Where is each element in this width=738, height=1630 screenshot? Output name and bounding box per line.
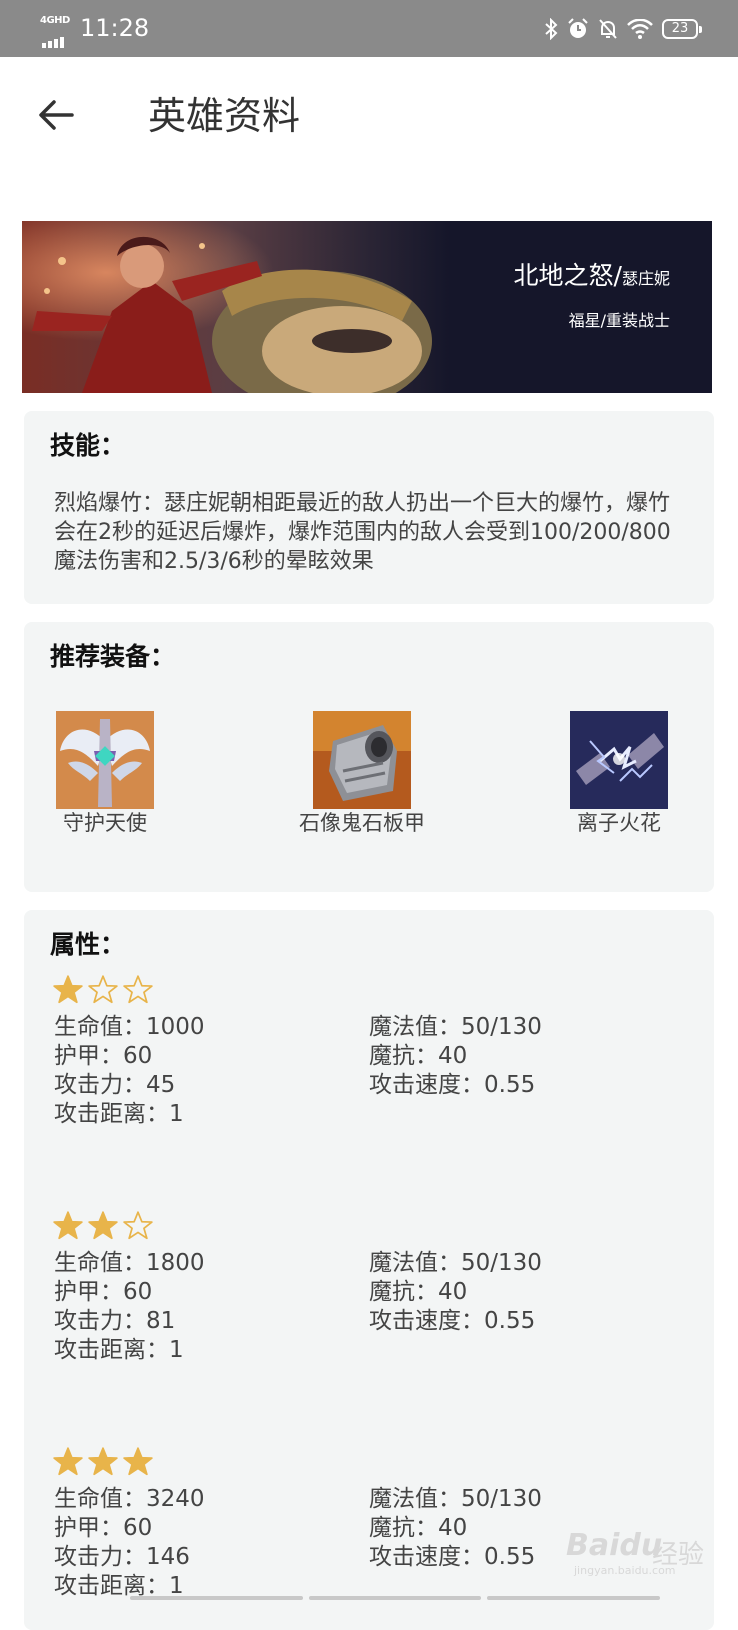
- equipment-item-label: 守护天使: [63, 811, 147, 835]
- equipment-item-label: 石像鬼石板甲: [299, 811, 425, 835]
- level-1-stats-right: 魔法值：50/130 魔抗：40 攻击速度：0.55: [369, 1013, 542, 1100]
- bluetooth-icon: [545, 18, 558, 40]
- hero-banner: 北地之怒/瑟庄妮 福星/重装战士: [22, 221, 712, 393]
- stat-mana: 魔法值：50/130: [369, 1250, 542, 1276]
- star-filled-icon: [88, 1211, 118, 1240]
- wifi-icon: [627, 19, 653, 39]
- equipment-card: 推荐装备： 守护天使 石像鬼石板甲 离子火花: [24, 622, 714, 892]
- level-2-stats-left: 生命值：1800 护甲：60 攻击力：81 攻击距离：1: [54, 1249, 205, 1365]
- star-filled-icon: [53, 975, 83, 1004]
- level-3-stats-left: 生命值：3240 护甲：60 攻击力：146 攻击距离：1: [54, 1485, 205, 1601]
- notifications-off-icon: [599, 19, 617, 39]
- skill-description: 烈焰爆竹：瑟庄妮朝相距最近的敌人扔出一个巨大的爆竹，爆竹会在2秒的延迟后爆炸，爆…: [54, 491, 671, 574]
- star-filled-icon: [53, 1211, 83, 1240]
- stat-attack: 攻击力：45: [54, 1072, 176, 1098]
- stat-health: 生命值：3240: [54, 1486, 205, 1512]
- stat-attack-speed: 攻击速度：0.55: [369, 1544, 536, 1570]
- stat-attack-speed: 攻击速度：0.55: [369, 1072, 536, 1098]
- hero-name: 北地之怒/瑟庄妮: [513, 261, 670, 290]
- status-bar: 4GHD 11:28 23: [0, 0, 738, 57]
- skill-card: 技能： 烈焰爆竹：瑟庄妮朝相距最近的敌人扔出一个巨大的爆竹，爆竹会在2秒的延迟后…: [24, 411, 714, 604]
- back-arrow-icon[interactable]: [36, 95, 76, 135]
- page-title: 英雄资料: [148, 94, 301, 138]
- stat-magic-resist: 魔抗：40: [369, 1515, 468, 1541]
- scroll-indicator: [130, 1596, 661, 1600]
- stat-mana: 魔法值：50/130: [369, 1014, 542, 1040]
- hero-splash-art: [22, 221, 712, 393]
- watermark-brand: Baidu: [566, 1528, 663, 1563]
- stat-magic-resist: 魔抗：40: [369, 1043, 468, 1069]
- star-filled-icon: [88, 1447, 118, 1476]
- status-time: 11:28: [80, 14, 150, 42]
- battery-icon: 23: [662, 19, 702, 39]
- cellular-signal-icon: 4GHD: [40, 15, 72, 48]
- alarm-icon: [568, 18, 588, 38]
- stat-health: 生命值：1800: [54, 1250, 205, 1276]
- star-rating-3: [52, 1446, 154, 1478]
- star-rating-2: [52, 1210, 154, 1242]
- hero-traits: 福星/重装战士: [568, 311, 670, 330]
- baidu-jingyan-watermark: Baidu 经验 jingyan.baidu.com: [566, 1518, 716, 1578]
- star-empty-icon: [123, 975, 153, 1004]
- stat-range: 攻击距离：1: [54, 1337, 184, 1363]
- app-bar: 英雄资料: [0, 57, 738, 177]
- gargoyle-stoneplate-icon: [313, 711, 411, 809]
- equipment-item-2[interactable]: 石像鬼石板甲: [292, 711, 432, 837]
- star-filled-icon: [53, 1447, 83, 1476]
- stat-armor: 护甲：60: [54, 1515, 153, 1541]
- skill-heading: 技能：: [50, 431, 126, 460]
- star-empty-icon: [123, 1211, 153, 1240]
- stat-magic-resist: 魔抗：40: [369, 1279, 468, 1305]
- equipment-item-label: 离子火花: [577, 811, 661, 835]
- equipment-item-3[interactable]: 离子火花: [549, 711, 689, 837]
- star-rating-1: [52, 974, 154, 1006]
- network-type: 4GHD: [40, 15, 70, 26]
- level-2-stats-right: 魔法值：50/130 魔抗：40 攻击速度：0.55: [369, 1249, 542, 1336]
- stat-range: 攻击距离：1: [54, 1101, 184, 1127]
- stat-armor: 护甲：60: [54, 1279, 153, 1305]
- stat-health: 生命值：1000: [54, 1014, 205, 1040]
- ionic-spark-icon: [570, 711, 668, 809]
- equipment-heading: 推荐装备：: [50, 642, 176, 671]
- watermark-url: jingyan.baidu.com: [574, 1564, 676, 1577]
- stat-attack: 攻击力：146: [54, 1544, 190, 1570]
- guardian-angel-icon: [56, 711, 154, 809]
- attributes-heading: 属性：: [50, 930, 126, 959]
- stat-attack-speed: 攻击速度：0.55: [369, 1308, 536, 1334]
- level-3-stats-right: 魔法值：50/130 魔抗：40 攻击速度：0.55: [369, 1485, 542, 1572]
- hero-alias: 瑟庄妮: [621, 269, 670, 288]
- equipment-item-1[interactable]: 守护天使: [35, 711, 175, 837]
- stat-armor: 护甲：60: [54, 1043, 153, 1069]
- star-filled-icon: [123, 1447, 153, 1476]
- stat-attack: 攻击力：81: [54, 1308, 176, 1334]
- level-1-stats-left: 生命值：1000 护甲：60 攻击力：45 攻击距离：1: [54, 1013, 205, 1129]
- star-empty-icon: [88, 975, 118, 1004]
- stat-mana: 魔法值：50/130: [369, 1486, 542, 1512]
